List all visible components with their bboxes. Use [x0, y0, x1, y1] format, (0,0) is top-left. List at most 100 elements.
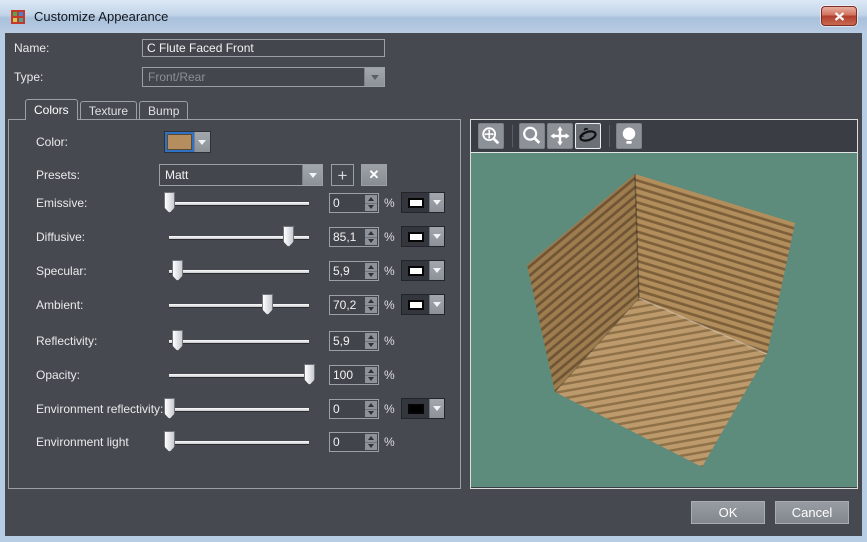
spinner-down-button[interactable] [365, 204, 377, 212]
chevron-down-icon [368, 411, 374, 415]
slider-track[interactable] [169, 441, 309, 444]
slider-row: Environment reflectivity:0% [9, 398, 460, 420]
spinner-down-button[interactable] [365, 272, 377, 280]
spinner-down-button[interactable] [365, 238, 377, 246]
name-input[interactable] [142, 39, 385, 57]
tool-orbit-button[interactable] [575, 123, 601, 149]
value-text: 85,1 [333, 228, 356, 246]
slider-thumb[interactable] [172, 260, 183, 281]
spinner-up-button[interactable] [365, 195, 377, 204]
value-input[interactable]: 0 [329, 432, 379, 452]
chevron-down-icon [368, 205, 374, 209]
chevron-down-icon [368, 273, 374, 277]
type-label: Type: [14, 67, 43, 87]
color-select-button[interactable] [401, 294, 445, 315]
slider-track[interactable] [169, 270, 309, 273]
color-dropdown-button[interactable] [194, 132, 210, 152]
color-swatch [408, 198, 424, 208]
close-button[interactable] [821, 6, 857, 26]
swatch-frame [402, 261, 429, 280]
slider-thumb[interactable] [164, 398, 175, 419]
slider-label: Specular: [36, 260, 87, 282]
chevron-up-icon [368, 369, 374, 373]
slider-track[interactable] [169, 340, 309, 343]
value-input[interactable]: 0 [329, 399, 379, 419]
color-picker[interactable] [164, 131, 211, 153]
type-dropdown-button[interactable] [364, 68, 384, 86]
type-value: Front/Rear [148, 68, 205, 86]
spinner-up-button[interactable] [365, 434, 377, 443]
color-select-button[interactable] [401, 398, 445, 419]
chevron-up-icon [368, 299, 374, 303]
preview-viewport[interactable] [471, 153, 857, 487]
tab-texture[interactable]: Texture [80, 101, 137, 119]
percent-label: % [384, 398, 395, 420]
swatch-frame [402, 227, 429, 246]
slider-label: Ambient: [36, 294, 83, 316]
value-text: 5,9 [333, 332, 350, 350]
title-bar[interactable]: Customize Appearance [0, 0, 867, 33]
slider-track[interactable] [169, 374, 309, 377]
color-label: Color: [36, 131, 68, 153]
value-input[interactable]: 70,2 [329, 295, 379, 315]
spinner-down-button[interactable] [365, 443, 377, 451]
value-input[interactable]: 5,9 [329, 261, 379, 281]
type-dropdown[interactable]: Front/Rear [142, 67, 385, 87]
slider-thumb[interactable] [164, 431, 175, 452]
zoom-window-icon [480, 125, 502, 147]
spinner-up-button[interactable] [365, 297, 377, 306]
slider-thumb[interactable] [304, 364, 315, 385]
spinner-up-button[interactable] [365, 367, 377, 376]
chevron-up-icon [368, 335, 374, 339]
tool-pan-button[interactable] [547, 123, 573, 149]
tab-strip: ColorsTextureBump [25, 99, 190, 120]
light-icon [618, 125, 640, 147]
slider-track[interactable] [169, 304, 309, 307]
color-swatch [408, 266, 424, 276]
color-select-button[interactable] [401, 192, 445, 213]
value-input[interactable]: 5,9 [329, 331, 379, 351]
slider-row: Emissive:0% [9, 192, 460, 214]
slider-thumb[interactable] [172, 330, 183, 351]
delete-preset-button[interactable]: ✕ [361, 164, 387, 186]
tool-zoom-button[interactable] [519, 123, 545, 149]
presets-dropdown-button[interactable] [302, 165, 322, 185]
value-input[interactable]: 85,1 [329, 227, 379, 247]
color-select-button[interactable] [401, 226, 445, 247]
spinner [365, 333, 377, 349]
swatch-frame [402, 193, 429, 212]
toolbar-separator [609, 125, 610, 147]
value-input[interactable]: 0 [329, 193, 379, 213]
add-preset-button[interactable]: + [331, 164, 354, 186]
slider-track[interactable] [169, 408, 309, 411]
spinner-up-button[interactable] [365, 263, 377, 272]
customize-appearance-dialog: Customize Appearance Name: Type: Front/R… [0, 0, 867, 542]
ok-button[interactable]: OK [691, 501, 765, 524]
presets-dropdown[interactable]: Matt [159, 164, 323, 186]
tab-bump[interactable]: Bump [139, 101, 188, 119]
slider-label: Environment light [36, 431, 129, 453]
slider-thumb[interactable] [283, 226, 294, 247]
spinner-down-button[interactable] [365, 306, 377, 314]
spinner-down-button[interactable] [365, 342, 377, 350]
value-input[interactable]: 100 [329, 365, 379, 385]
spinner-up-button[interactable] [365, 229, 377, 238]
spinner [365, 263, 377, 279]
tool-zoom-window-button[interactable] [478, 123, 504, 149]
preview-3d-render [471, 153, 857, 487]
spinner-up-button[interactable] [365, 333, 377, 342]
slider-track[interactable] [169, 202, 309, 205]
close-icon [834, 12, 845, 21]
spinner-down-button[interactable] [365, 410, 377, 418]
slider-thumb[interactable] [262, 294, 273, 315]
value-text: 5,9 [333, 262, 350, 280]
tool-light-button[interactable] [616, 123, 642, 149]
spinner-up-button[interactable] [365, 401, 377, 410]
tab-colors[interactable]: Colors [25, 99, 78, 120]
slider-row: Opacity:100% [9, 364, 460, 386]
color-select-button[interactable] [401, 260, 445, 281]
slider-thumb[interactable] [164, 192, 175, 213]
spinner-down-button[interactable] [365, 376, 377, 384]
cancel-button[interactable]: Cancel [775, 501, 849, 524]
spinner [365, 434, 377, 450]
